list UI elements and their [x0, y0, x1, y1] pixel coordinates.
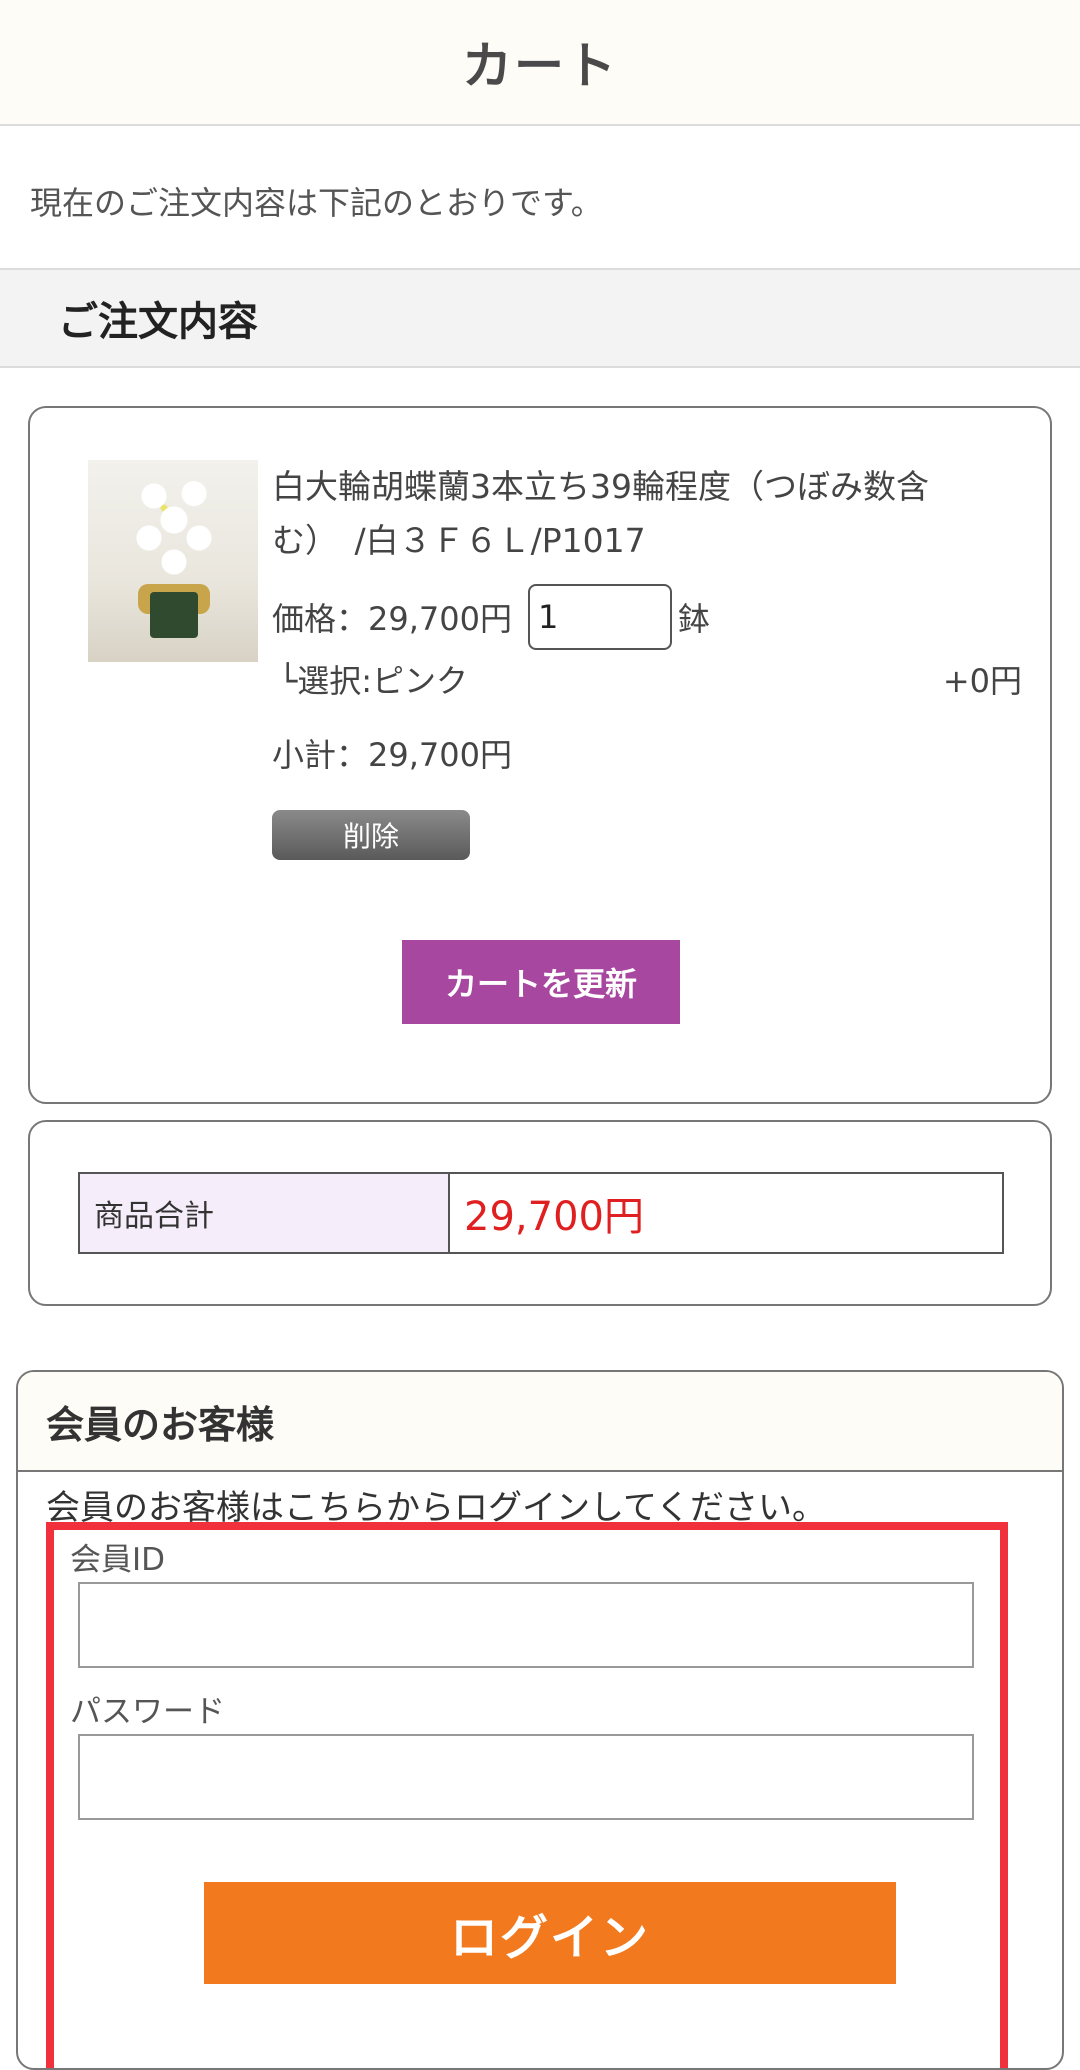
login-button[interactable]: ログイン [204, 1882, 896, 1984]
total-card: 商品合計 29,700円 [28, 1120, 1052, 1306]
password-label: パスワード [70, 1694, 225, 1730]
total-table: 商品合計 29,700円 [78, 1172, 1004, 1254]
order-section-title: ご注文内容 [58, 299, 258, 345]
price-label: 価格：29,700円 [272, 600, 512, 638]
option-row: └選択:ピンク +0円 [278, 656, 1022, 702]
orchid-flowers [124, 472, 224, 592]
update-cart-button[interactable]: カートを更新 [402, 940, 680, 1024]
total-value: 29,700円 [464, 1194, 644, 1240]
member-title: 会員のお客様 [46, 1402, 275, 1447]
page-title: カート [462, 37, 618, 95]
price-row: 価格：29,700円 鉢 [272, 584, 710, 650]
password-input[interactable] [78, 1734, 974, 1820]
member-id-input[interactable] [78, 1582, 974, 1668]
option-price: +0円 [942, 662, 1022, 700]
delete-button[interactable]: 削除 [272, 810, 470, 860]
subtotal: 小計：29,700円 [272, 736, 512, 774]
cart-item-card: 白大輪胡蝶蘭3本立ち39輪程度（つぼみ数含む） /白３Ｆ６Ｌ/P1017 価格：… [28, 406, 1052, 1104]
total-label: 商品合計 [80, 1174, 450, 1252]
order-section-header: ご注文内容 [0, 268, 1080, 368]
quantity-input[interactable] [527, 584, 672, 650]
product-name[interactable]: 白大輪胡蝶蘭3本立ち39輪程度（つぼみ数含む） /白３Ｆ６Ｌ/P1017 [272, 460, 992, 568]
option-label: └選択:ピンク [278, 662, 469, 700]
flower-pot [150, 592, 198, 638]
product-image[interactable] [88, 460, 258, 662]
page-header: カート [0, 0, 1080, 126]
login-form-highlight: 会員ID パスワード ログイン [46, 1522, 1008, 2068]
member-login-card: 会員のお客様 会員のお客様はこちらからログインしてください。 会員ID パスワー… [16, 1370, 1064, 2070]
member-id-label: 会員ID [70, 1542, 166, 1578]
member-header: 会員のお客様 [18, 1372, 1062, 1472]
intro-text: 現在のご注文内容は下記のとおりです。 [30, 184, 603, 222]
quantity-unit: 鉢 [677, 600, 710, 638]
